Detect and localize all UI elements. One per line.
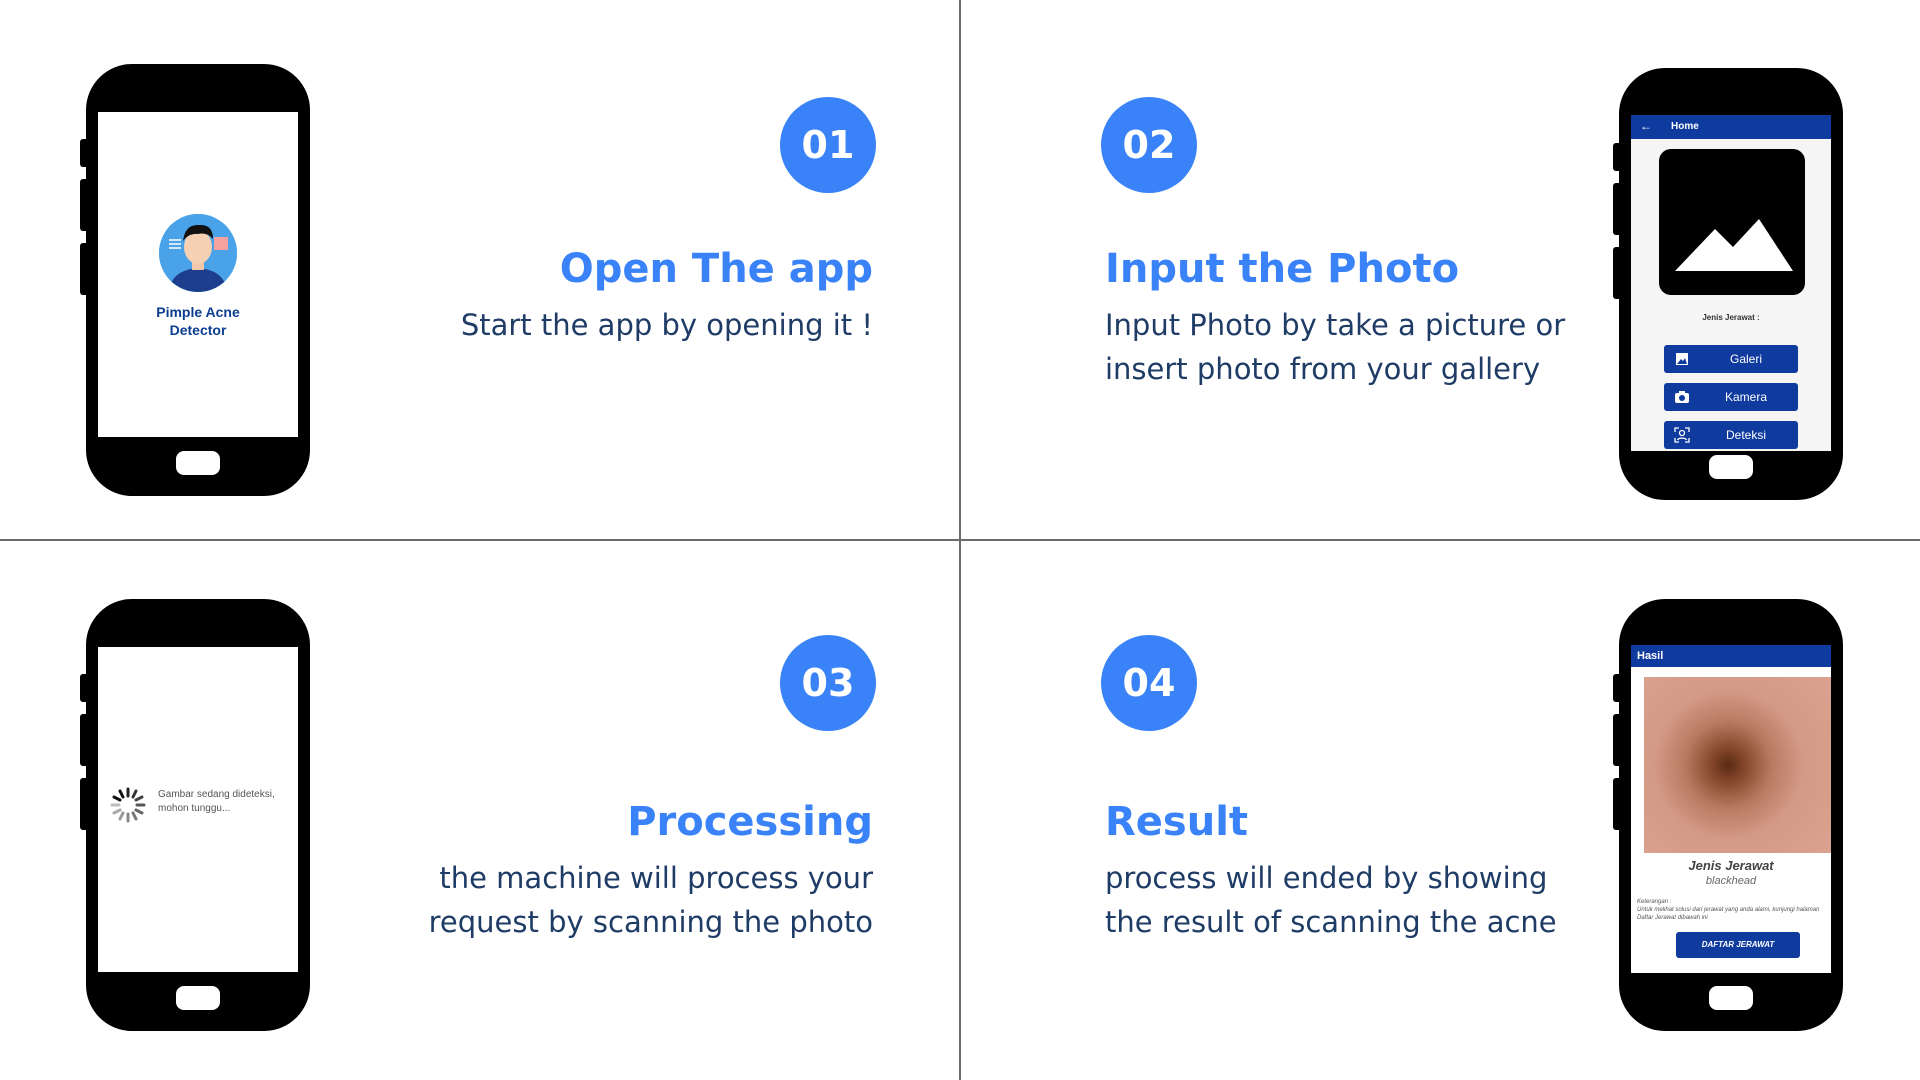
jenis-jerawat-label: Jenis Jerawat : [1702, 313, 1760, 322]
app-bar: ← Home [1631, 115, 1831, 139]
result-value: blackhead [1705, 875, 1757, 887]
face-scan-icon [1674, 427, 1690, 443]
camera-icon [1674, 389, 1690, 405]
processing-screen: Gambar sedang dideteksi, mohon tunggu... [98, 647, 298, 972]
app-logo-avatar [159, 214, 237, 292]
daftar-jerawat-button[interactable]: DAFTAR JERAWAT [1676, 932, 1800, 958]
galeri-button[interactable]: Galeri [1664, 345, 1798, 373]
phone-mockup-splash: Pimple Acne Detector [80, 64, 310, 496]
step-number-badge: 02 [1101, 97, 1197, 193]
home-button [1709, 986, 1753, 1010]
home-screen: ← Home Jenis Jerawat : Galeri Kamera Det [1631, 115, 1831, 451]
step-title: Input the Photo [1105, 246, 1460, 292]
app-bar: Hasil [1631, 645, 1831, 667]
kamera-button[interactable]: Kamera [1664, 383, 1798, 411]
phone-mockup-home: ← Home Jenis Jerawat : Galeri Kamera Det [1613, 68, 1843, 500]
landscape-icon [1675, 219, 1793, 271]
step-description: process will ended by showing the result… [1105, 861, 1557, 939]
image-icon [1674, 351, 1690, 367]
result-label: Jenis Jerawat [1688, 858, 1774, 873]
step-description: Input Photo by take a picture or insert … [1105, 308, 1566, 386]
result-screen: Hasil Jenis Jerawat blackhead Keterangan… [1631, 645, 1831, 973]
result-description: Keterangan : Untuk melihat solusi dari j… [1637, 899, 1820, 921]
loading-message: Gambar sedang dideteksi, mohon tunggu... [158, 789, 275, 814]
step-number-badge: 03 [780, 635, 876, 731]
horizontal-divider [0, 539, 1920, 541]
app-bar-title: Hasil [1637, 650, 1664, 662]
deteksi-button[interactable]: Deteksi [1664, 421, 1798, 449]
app-bar-title: Home [1671, 121, 1699, 132]
step-number-badge: 01 [780, 97, 876, 193]
step-title: Open The app [559, 246, 873, 292]
scanned-acne-image [1644, 677, 1831, 853]
home-button [1709, 455, 1753, 479]
step-title: Result [1105, 799, 1249, 845]
phone-mockup-result: Hasil Jenis Jerawat blackhead Keterangan… [1613, 599, 1843, 1031]
step-description: the machine will process your request by… [428, 861, 873, 939]
home-button [176, 986, 220, 1010]
splash-screen: Pimple Acne Detector [98, 112, 298, 437]
splash-app-name: Pimple Acne Detector [156, 304, 240, 338]
step-title: Processing [627, 799, 873, 845]
image-placeholder [1659, 149, 1805, 295]
step-description: Start the app by opening it ! [460, 308, 873, 342]
back-arrow-icon[interactable]: ← [1640, 119, 1652, 133]
home-button [176, 451, 220, 475]
loading-spinner-icon [108, 785, 148, 825]
step-number-badge: 04 [1101, 635, 1197, 731]
phone-mockup-processing: Gambar sedang dideteksi, mohon tunggu... [80, 599, 310, 1031]
